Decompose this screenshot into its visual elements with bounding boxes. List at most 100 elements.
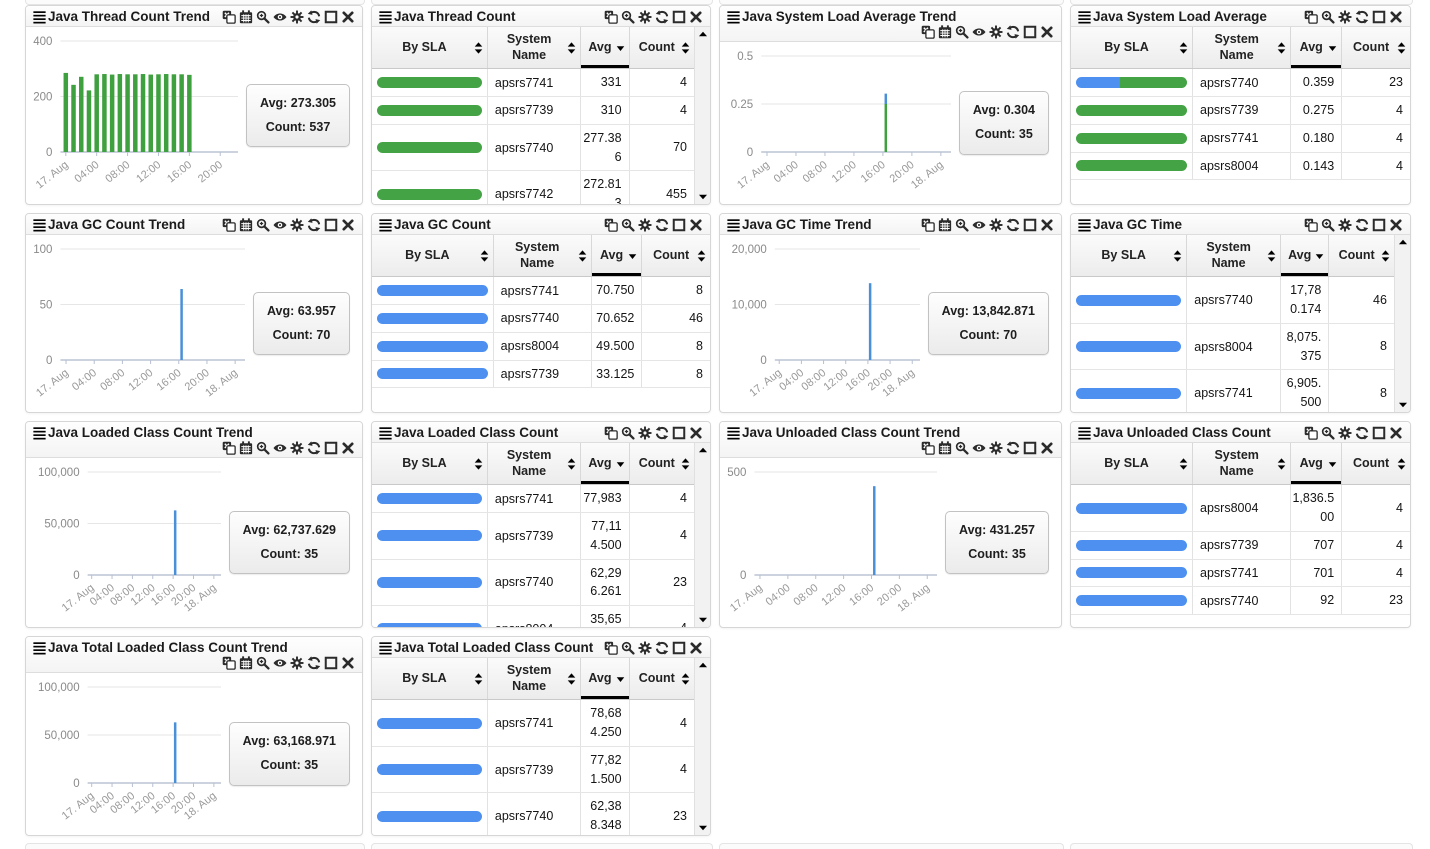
table-row[interactable]: apsrs77400.35923	[1071, 69, 1410, 97]
zoom-in-icon[interactable]	[256, 218, 270, 232]
table-row[interactable]: apsrs774177,9834	[372, 485, 694, 513]
eye-icon[interactable]	[972, 25, 986, 39]
zoom-in-icon[interactable]	[256, 656, 270, 670]
table-row[interactable]: apsrs773977,114.5004	[372, 513, 694, 560]
maximize-icon[interactable]	[324, 441, 338, 455]
maximize-icon[interactable]	[324, 656, 338, 670]
table-row[interactable]: apsrs77397074	[1071, 532, 1410, 560]
refresh-icon[interactable]	[1355, 426, 1369, 440]
export-icon[interactable]	[921, 218, 935, 232]
gear-icon[interactable]	[638, 641, 652, 655]
gear-icon[interactable]	[638, 426, 652, 440]
maximize-icon[interactable]	[672, 641, 686, 655]
close-icon[interactable]	[689, 10, 703, 24]
export-icon[interactable]	[222, 218, 236, 232]
column-header-count[interactable]: Count	[1342, 443, 1410, 484]
zoom-in-icon[interactable]	[621, 641, 635, 655]
zoom-in-icon[interactable]	[955, 218, 969, 232]
export-icon[interactable]	[222, 10, 236, 24]
table-row[interactable]: apsrs774017,780.17446	[1071, 277, 1394, 324]
column-header-count[interactable]: Count	[1342, 27, 1410, 68]
column-header-by-sla[interactable]: By SLA	[372, 235, 494, 276]
column-header-count[interactable]: Count	[642, 235, 710, 276]
scrollbar[interactable]	[694, 658, 710, 835]
export-icon[interactable]	[1304, 426, 1318, 440]
close-icon[interactable]	[1389, 426, 1403, 440]
column-header-avg[interactable]: Avg	[1291, 27, 1342, 68]
menu-icon[interactable]	[726, 218, 741, 232]
close-icon[interactable]	[689, 218, 703, 232]
zoom-in-icon[interactable]	[955, 25, 969, 39]
column-header-system-name[interactable]: System Name	[488, 658, 581, 699]
menu-icon[interactable]	[378, 218, 393, 232]
column-header-system-name[interactable]: System Name	[1187, 235, 1281, 276]
menu-icon[interactable]	[32, 218, 47, 232]
menu-icon[interactable]	[1077, 218, 1092, 232]
scrollbar[interactable]	[1394, 235, 1410, 412]
gear-icon[interactable]	[638, 218, 652, 232]
column-header-system-name[interactable]: System Name	[488, 443, 581, 484]
column-header-system-name[interactable]: System Name	[494, 235, 592, 276]
table-row[interactable]: apsrs774170.7508	[372, 277, 710, 305]
maximize-icon[interactable]	[672, 426, 686, 440]
scrollbar[interactable]	[694, 443, 710, 627]
maximize-icon[interactable]	[1023, 441, 1037, 455]
refresh-icon[interactable]	[655, 10, 669, 24]
zoom-in-icon[interactable]	[955, 441, 969, 455]
table-row[interactable]: apsrs773933.1258	[372, 361, 710, 389]
zoom-in-icon[interactable]	[1321, 10, 1335, 24]
refresh-icon[interactable]	[307, 441, 321, 455]
export-icon[interactable]	[604, 10, 618, 24]
table-row[interactable]: apsrs80040.1434	[1071, 153, 1410, 181]
close-icon[interactable]	[1389, 10, 1403, 24]
close-icon[interactable]	[689, 426, 703, 440]
gear-icon[interactable]	[290, 10, 304, 24]
eye-icon[interactable]	[273, 656, 287, 670]
table-row[interactable]: apsrs77410.1804	[1071, 125, 1410, 153]
calendar-icon[interactable]	[239, 218, 253, 232]
eye-icon[interactable]	[273, 10, 287, 24]
close-icon[interactable]	[1040, 441, 1054, 455]
column-header-system-name[interactable]: System Name	[1193, 443, 1291, 484]
close-icon[interactable]	[341, 10, 355, 24]
column-header-avg[interactable]: Avg	[581, 443, 629, 484]
zoom-in-icon[interactable]	[1321, 218, 1335, 232]
column-header-count[interactable]: Count	[1329, 235, 1394, 276]
menu-icon[interactable]	[378, 426, 393, 440]
refresh-icon[interactable]	[307, 218, 321, 232]
column-header-count[interactable]: Count	[630, 443, 694, 484]
eye-icon[interactable]	[273, 441, 287, 455]
export-icon[interactable]	[921, 25, 935, 39]
table-row[interactable]: apsrs7742272.813455	[372, 171, 694, 204]
column-header-count[interactable]: Count	[630, 658, 694, 699]
table-row[interactable]: apsrs774070.65246	[372, 305, 710, 333]
table-row[interactable]: apsrs77390.2754	[1071, 97, 1410, 125]
table-row[interactable]: apsrs7740277.38670	[372, 125, 694, 172]
table-row[interactable]: apsrs800449.5008	[372, 333, 710, 361]
close-icon[interactable]	[1040, 218, 1054, 232]
menu-icon[interactable]	[32, 10, 47, 24]
export-icon[interactable]	[222, 441, 236, 455]
menu-icon[interactable]	[378, 641, 393, 655]
scrollbar[interactable]	[694, 27, 710, 204]
refresh-icon[interactable]	[1355, 218, 1369, 232]
column-header-avg[interactable]: Avg	[592, 235, 643, 276]
table-row[interactable]: apsrs80041,836.5004	[1071, 485, 1410, 532]
gear-icon[interactable]	[989, 441, 1003, 455]
zoom-in-icon[interactable]	[621, 426, 635, 440]
gear-icon[interactable]	[1338, 426, 1352, 440]
gear-icon[interactable]	[1338, 218, 1352, 232]
eye-icon[interactable]	[972, 218, 986, 232]
column-header-by-sla[interactable]: By SLA	[1071, 27, 1193, 68]
eye-icon[interactable]	[972, 441, 986, 455]
column-header-system-name[interactable]: System Name	[488, 27, 581, 68]
menu-icon[interactable]	[32, 641, 47, 655]
maximize-icon[interactable]	[1372, 10, 1386, 24]
menu-icon[interactable]	[726, 426, 741, 440]
gear-icon[interactable]	[638, 10, 652, 24]
maximize-icon[interactable]	[1023, 25, 1037, 39]
maximize-icon[interactable]	[1023, 218, 1037, 232]
gear-icon[interactable]	[989, 218, 1003, 232]
refresh-icon[interactable]	[655, 426, 669, 440]
calendar-icon[interactable]	[239, 656, 253, 670]
